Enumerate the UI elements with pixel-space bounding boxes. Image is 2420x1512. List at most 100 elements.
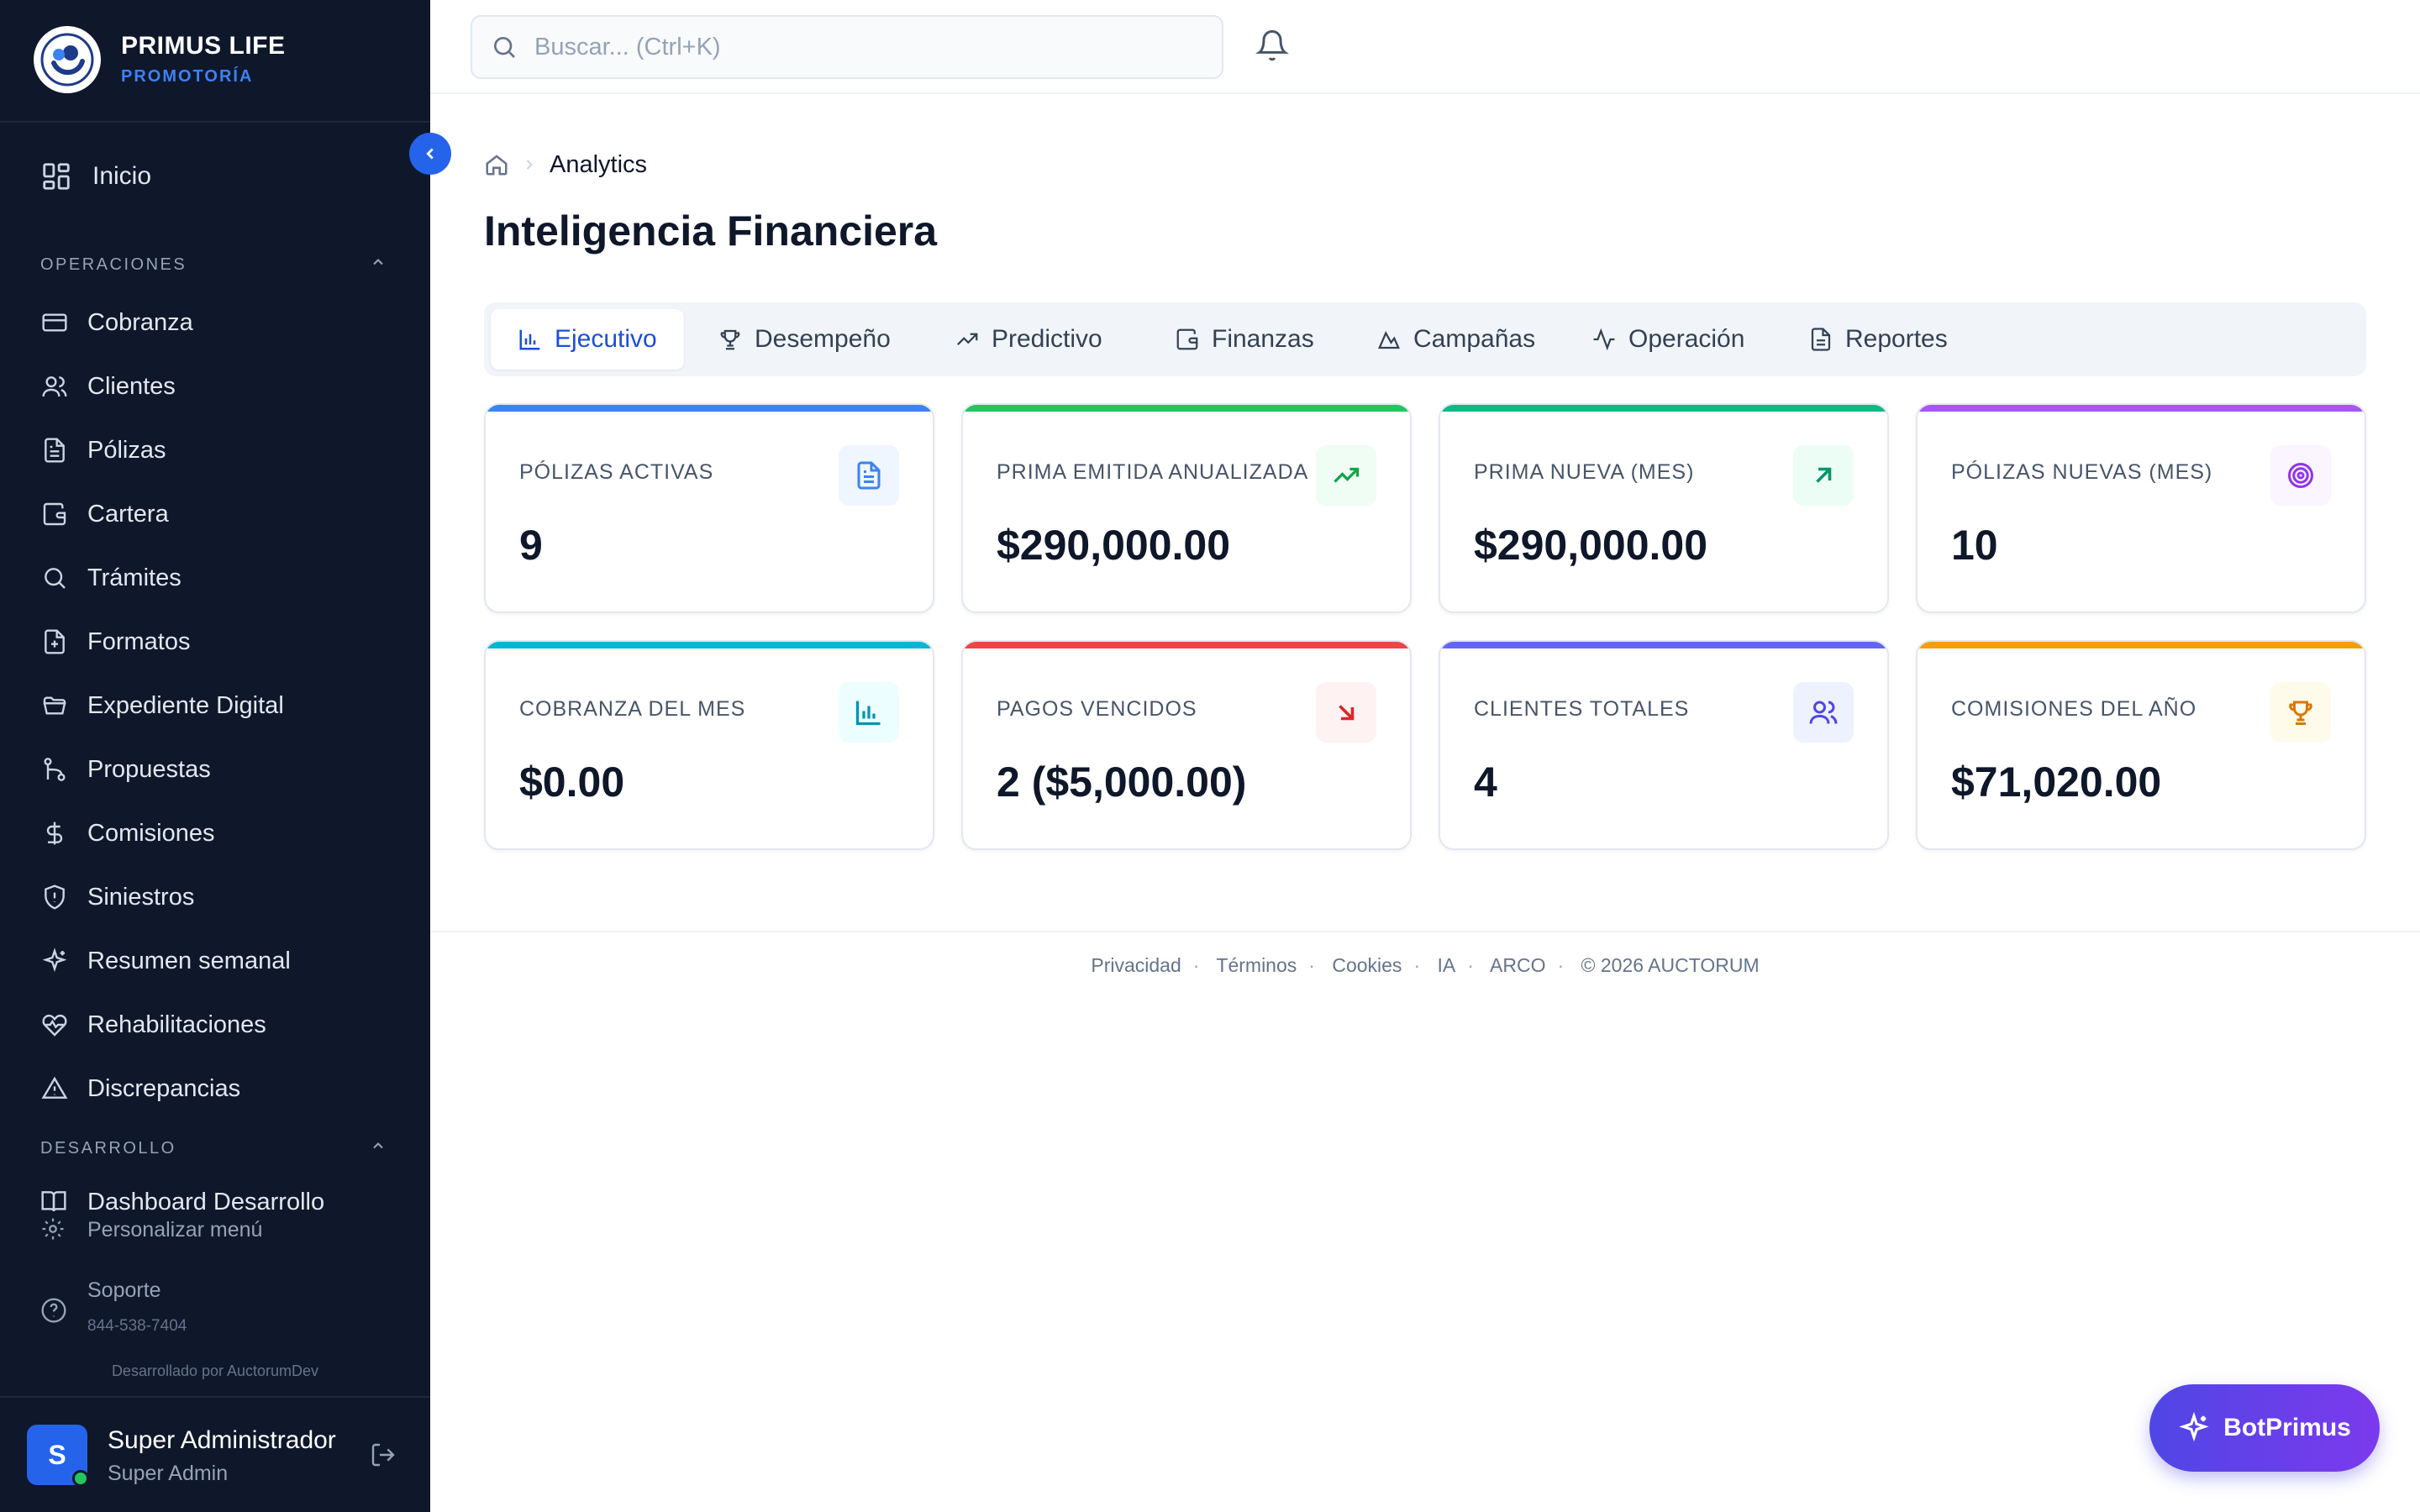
sidebar-item-comisiones[interactable]: Comisiones	[40, 816, 215, 850]
home-icon[interactable]	[484, 152, 509, 177]
document-icon	[40, 436, 69, 465]
kpi-value: 4	[1474, 759, 1497, 806]
kpi-value: 10	[1951, 522, 1998, 569]
wallet-icon	[40, 500, 69, 528]
botprimus-label: BotPrimus	[2223, 1414, 2351, 1441]
botprimus-button[interactable]: BotPrimus	[2149, 1384, 2380, 1472]
page-title: Inteligencia Financiera	[484, 207, 938, 255]
logout-icon[interactable]	[370, 1441, 397, 1473]
card-accent-bar	[486, 642, 933, 648]
tab-predictivo[interactable]: Predictivo	[928, 309, 1129, 370]
tab-label: Campañas	[1413, 325, 1536, 353]
footer-link-privacidad[interactable]: Privacidad	[1091, 954, 1181, 976]
kpi-label: PÓLIZAS NUEVAS (MES)	[1951, 460, 2213, 484]
sidebar-item-dashboard-desarrollo[interactable]: Dashboard Desarrollo	[40, 1188, 324, 1211]
chevron-up-icon[interactable]	[370, 254, 387, 275]
tab-operacion[interactable]: Operación	[1565, 309, 1771, 370]
kpi-card-prima-emitida: PRIMA EMITIDA ANUALIZADA $290,000.00	[961, 403, 1412, 613]
sidebar-item-tramites[interactable]: Trámites	[40, 561, 182, 595]
trending-up-icon	[1316, 445, 1376, 506]
dashboard-grid-icon	[40, 160, 72, 192]
support-title: Soporte	[87, 1278, 161, 1302]
chevron-up-icon[interactable]	[370, 1137, 387, 1158]
sidebar: PRIMUS LIFE PROMOTORÍA Inicio OPERACIONE…	[0, 0, 430, 1512]
sidebar-item-cobranza[interactable]: Cobranza	[40, 306, 193, 339]
sidebar-scroll-clip: Dashboard Desarrollo	[0, 1176, 430, 1211]
tab-label: Finanzas	[1212, 325, 1314, 353]
dollar-icon	[40, 819, 69, 848]
kpi-card-comisiones-ano: COMISIONES DEL AÑO $71,020.00	[1916, 640, 2366, 850]
sidebar-item-label: Discrepancias	[87, 1074, 241, 1102]
tab-desempeno[interactable]: Desempeño	[691, 309, 918, 370]
sidebar-item-label: Resumen semanal	[87, 947, 291, 974]
activity-icon	[1591, 327, 1617, 352]
brand-header: PRIMUS LIFE PROMOTORÍA	[0, 0, 430, 123]
card-accent-bar	[1918, 405, 2365, 412]
sidebar-item-clientes[interactable]: Clientes	[40, 370, 176, 403]
section-desarrollo: DESARROLLO	[40, 1139, 176, 1158]
footer-link-ia[interactable]: IA	[1438, 954, 1456, 976]
collapse-sidebar-button[interactable]	[409, 133, 451, 175]
support-link[interactable]: Soporte 844-538-7404	[40, 1278, 393, 1346]
kpi-value: $290,000.00	[997, 522, 1231, 569]
trophy-icon	[718, 327, 743, 352]
card-accent-bar	[1440, 405, 1887, 412]
search-input[interactable]	[534, 33, 1190, 61]
sidebar-item-discrepancias[interactable]: Discrepancias	[40, 1072, 240, 1105]
brand-logo[interactable]	[34, 26, 101, 93]
tab-ejecutivo[interactable]: Ejecutivo	[491, 309, 684, 370]
trophy-icon	[2270, 682, 2331, 743]
trending-up-icon	[955, 327, 980, 352]
arrow-up-right-icon	[1793, 445, 1854, 506]
sidebar-item-propuestas[interactable]: Propuestas	[40, 753, 211, 786]
file-plus-icon	[40, 627, 69, 656]
gear-icon	[40, 1216, 67, 1243]
git-branch-icon	[40, 755, 69, 784]
shield-alert-icon	[40, 883, 69, 911]
card-accent-bar	[963, 405, 1410, 412]
mountain-icon	[1376, 327, 1402, 352]
sidebar-item-cartera[interactable]: Cartera	[40, 497, 169, 531]
book-icon	[40, 1188, 69, 1211]
sidebar-item-rehabilitaciones[interactable]: Rehabilitaciones	[40, 1008, 266, 1042]
kpi-value: $71,020.00	[1951, 759, 2162, 806]
sidebar-item-label: Propuestas	[87, 755, 211, 783]
personalize-menu-button[interactable]: Personalizar menú	[40, 1216, 262, 1243]
kpi-label: CLIENTES TOTALES	[1474, 697, 1690, 721]
personalize-label: Personalizar menú	[87, 1217, 263, 1242]
footer-link-cookies[interactable]: Cookies	[1332, 954, 1402, 976]
tab-label: Reportes	[1845, 325, 1948, 353]
kpi-card-clientes-totales: CLIENTES TOTALES 4	[1439, 640, 1889, 850]
wallet-icon	[1175, 327, 1200, 352]
footer-link-arco[interactable]: ARCO	[1490, 954, 1545, 976]
sidebar-item-siniestros[interactable]: Siniestros	[40, 880, 194, 914]
footer-link-terminos[interactable]: Términos	[1216, 954, 1297, 976]
brand-subtitle: PROMOTORÍA	[121, 67, 254, 86]
tab-label: Operación	[1628, 325, 1745, 353]
help-circle-icon	[40, 1297, 67, 1324]
tab-campanas[interactable]: Campañas	[1349, 309, 1562, 370]
sidebar-item-expediente[interactable]: Expediente Digital	[40, 689, 284, 722]
user-name: Super Administrador	[108, 1426, 336, 1454]
search-box[interactable]	[471, 15, 1223, 79]
kpi-card-cobranza-mes: COBRANZA DEL MES $0.00	[484, 640, 934, 850]
sidebar-item-label: Clientes	[87, 372, 176, 400]
brand-name: PRIMUS LIFE	[121, 32, 286, 60]
tab-finanzas[interactable]: Finanzas	[1148, 309, 1341, 370]
card-accent-bar	[1918, 642, 2365, 648]
notifications-bell-icon[interactable]	[1255, 29, 1289, 66]
kpi-label: PRIMA EMITIDA ANUALIZADA	[997, 460, 1309, 484]
card-accent-bar	[1440, 642, 1887, 648]
target-icon	[2270, 445, 2331, 506]
bar-chart-icon	[839, 682, 899, 743]
footer-copyright: © 2026 AUCTORUM	[1581, 954, 1760, 976]
tab-reportes[interactable]: Reportes	[1781, 309, 1975, 370]
footer-divider	[430, 931, 2420, 932]
folder-open-icon	[40, 691, 69, 720]
sidebar-item-formatos[interactable]: Formatos	[40, 625, 190, 659]
sidebar-item-resumen[interactable]: Resumen semanal	[40, 944, 291, 978]
user-profile[interactable]: S Super Administrador Super Admin	[0, 1396, 430, 1512]
sidebar-item-home[interactable]: Inicio	[40, 160, 151, 193]
sparkles-icon	[40, 947, 69, 975]
sidebar-item-polizas[interactable]: Pólizas	[40, 433, 166, 467]
